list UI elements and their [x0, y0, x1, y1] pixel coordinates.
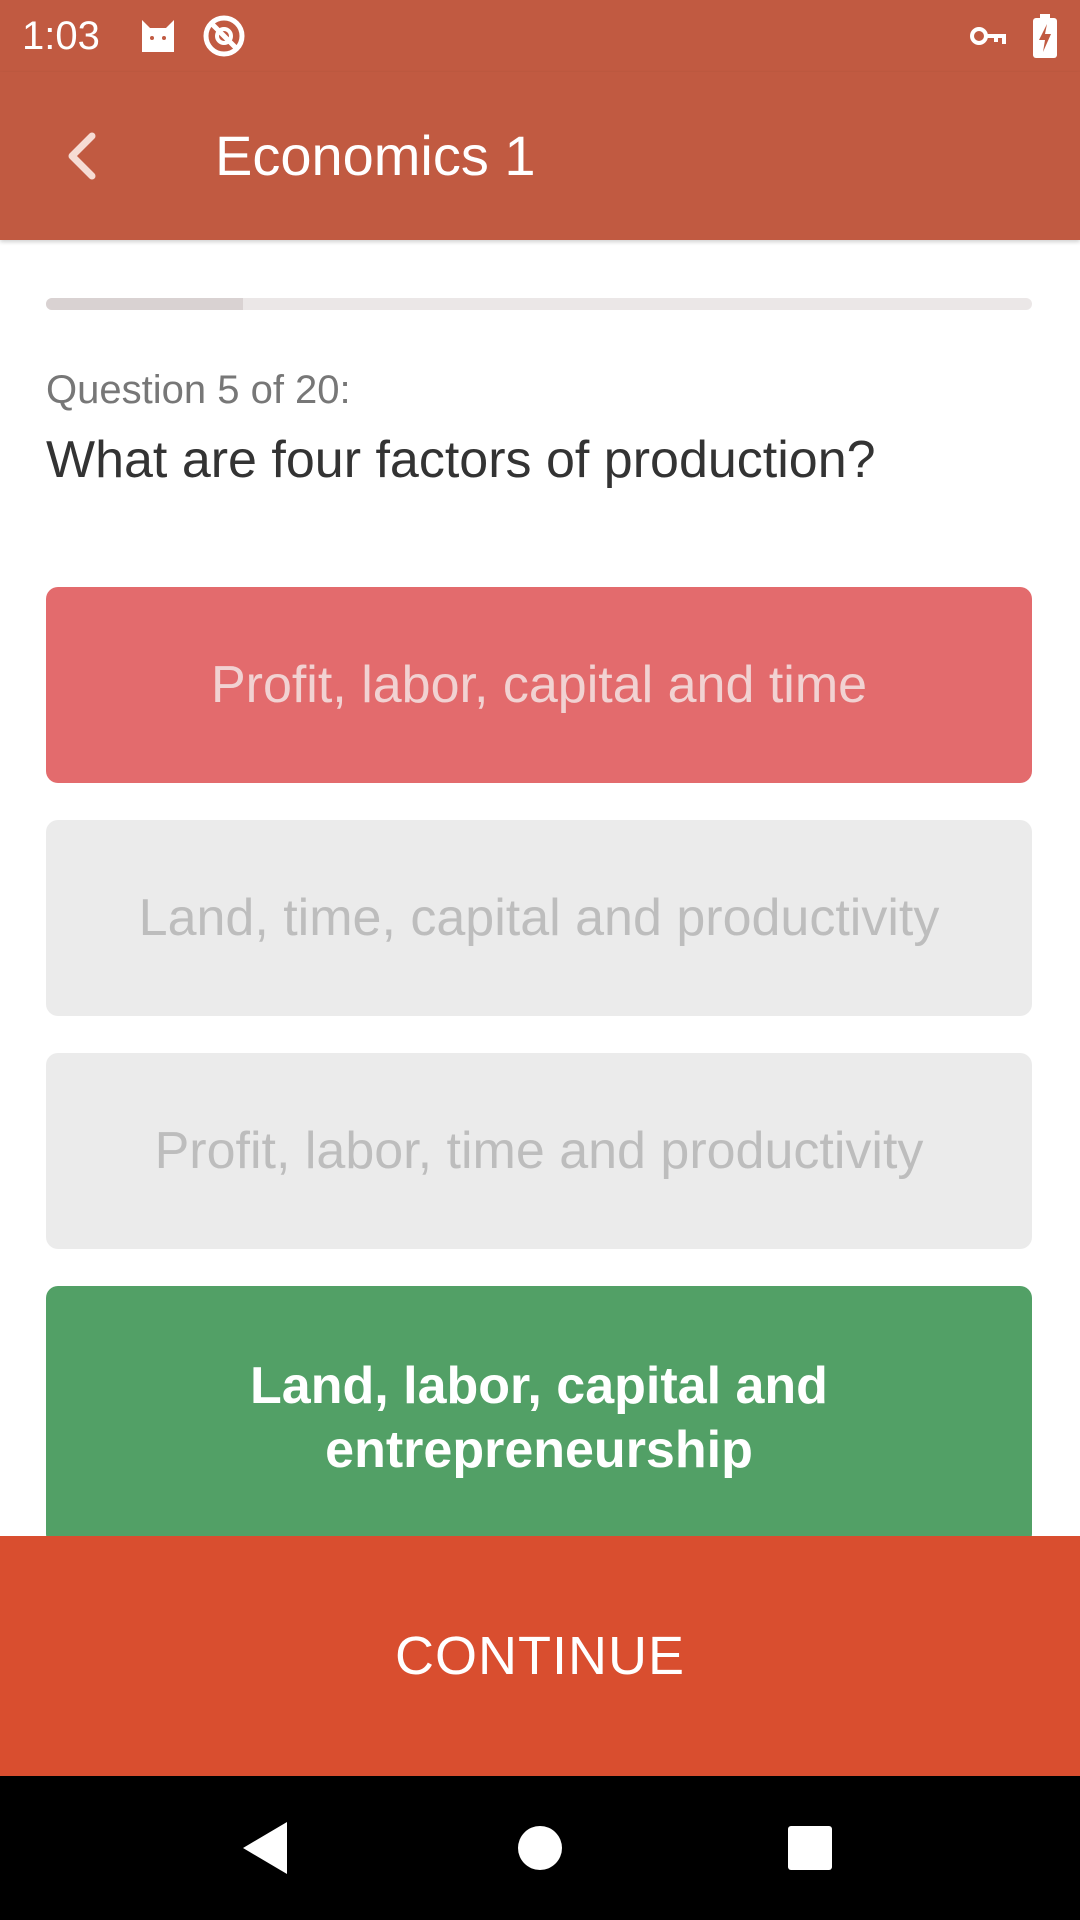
recents-square-icon[interactable]: [770, 1808, 850, 1888]
quiz-progress-fill: [46, 298, 244, 310]
battery-charging-icon: [1033, 14, 1057, 58]
no-disturb-icon: [203, 15, 245, 57]
continue-button[interactable]: CONTINUE: [0, 1536, 1080, 1776]
chevron-left-icon[interactable]: [52, 124, 116, 188]
answer-option-label: Land, labor, capital and entrepreneurshi…: [250, 1357, 828, 1479]
status-time: 1:03: [22, 14, 100, 58]
status-bar: 1:03: [0, 0, 1080, 72]
answer-option-1[interactable]: Profit, labor, capital and time: [46, 587, 1032, 783]
page-title: Economics 1: [215, 124, 536, 187]
vpn-key-icon: [970, 27, 1006, 45]
answer-option-label: Profit, labor, capital and time: [210, 656, 868, 714]
question-counter: Question 5 of 20:: [46, 368, 351, 412]
app-bar: Economics 1: [0, 72, 1080, 240]
answer-option-3[interactable]: Profit, labor, time and productivity: [46, 1053, 1032, 1249]
back-triangle-icon[interactable]: [225, 1808, 305, 1888]
answer-option-4[interactable]: Land, labor, capital and entrepreneurshi…: [46, 1286, 1032, 1546]
home-circle-icon[interactable]: [500, 1808, 580, 1888]
answer-option-2[interactable]: Land, time, capital and productivity: [46, 820, 1032, 1016]
answer-option-label: Profit, labor, time and productivity: [154, 1122, 924, 1180]
quiz-screen: 1:03 Economics 1 Question 5 of 20: What …: [0, 0, 1080, 1920]
answer-option-label: Land, time, capital and productivity: [138, 889, 940, 947]
quiz-progress-bar: [46, 298, 1032, 310]
question-text: What are four factors of production?: [46, 431, 876, 489]
system-nav-bar: [0, 1776, 1080, 1920]
cat-notification-icon: [142, 20, 174, 52]
continue-button-label: CONTINUE: [395, 1626, 685, 1686]
